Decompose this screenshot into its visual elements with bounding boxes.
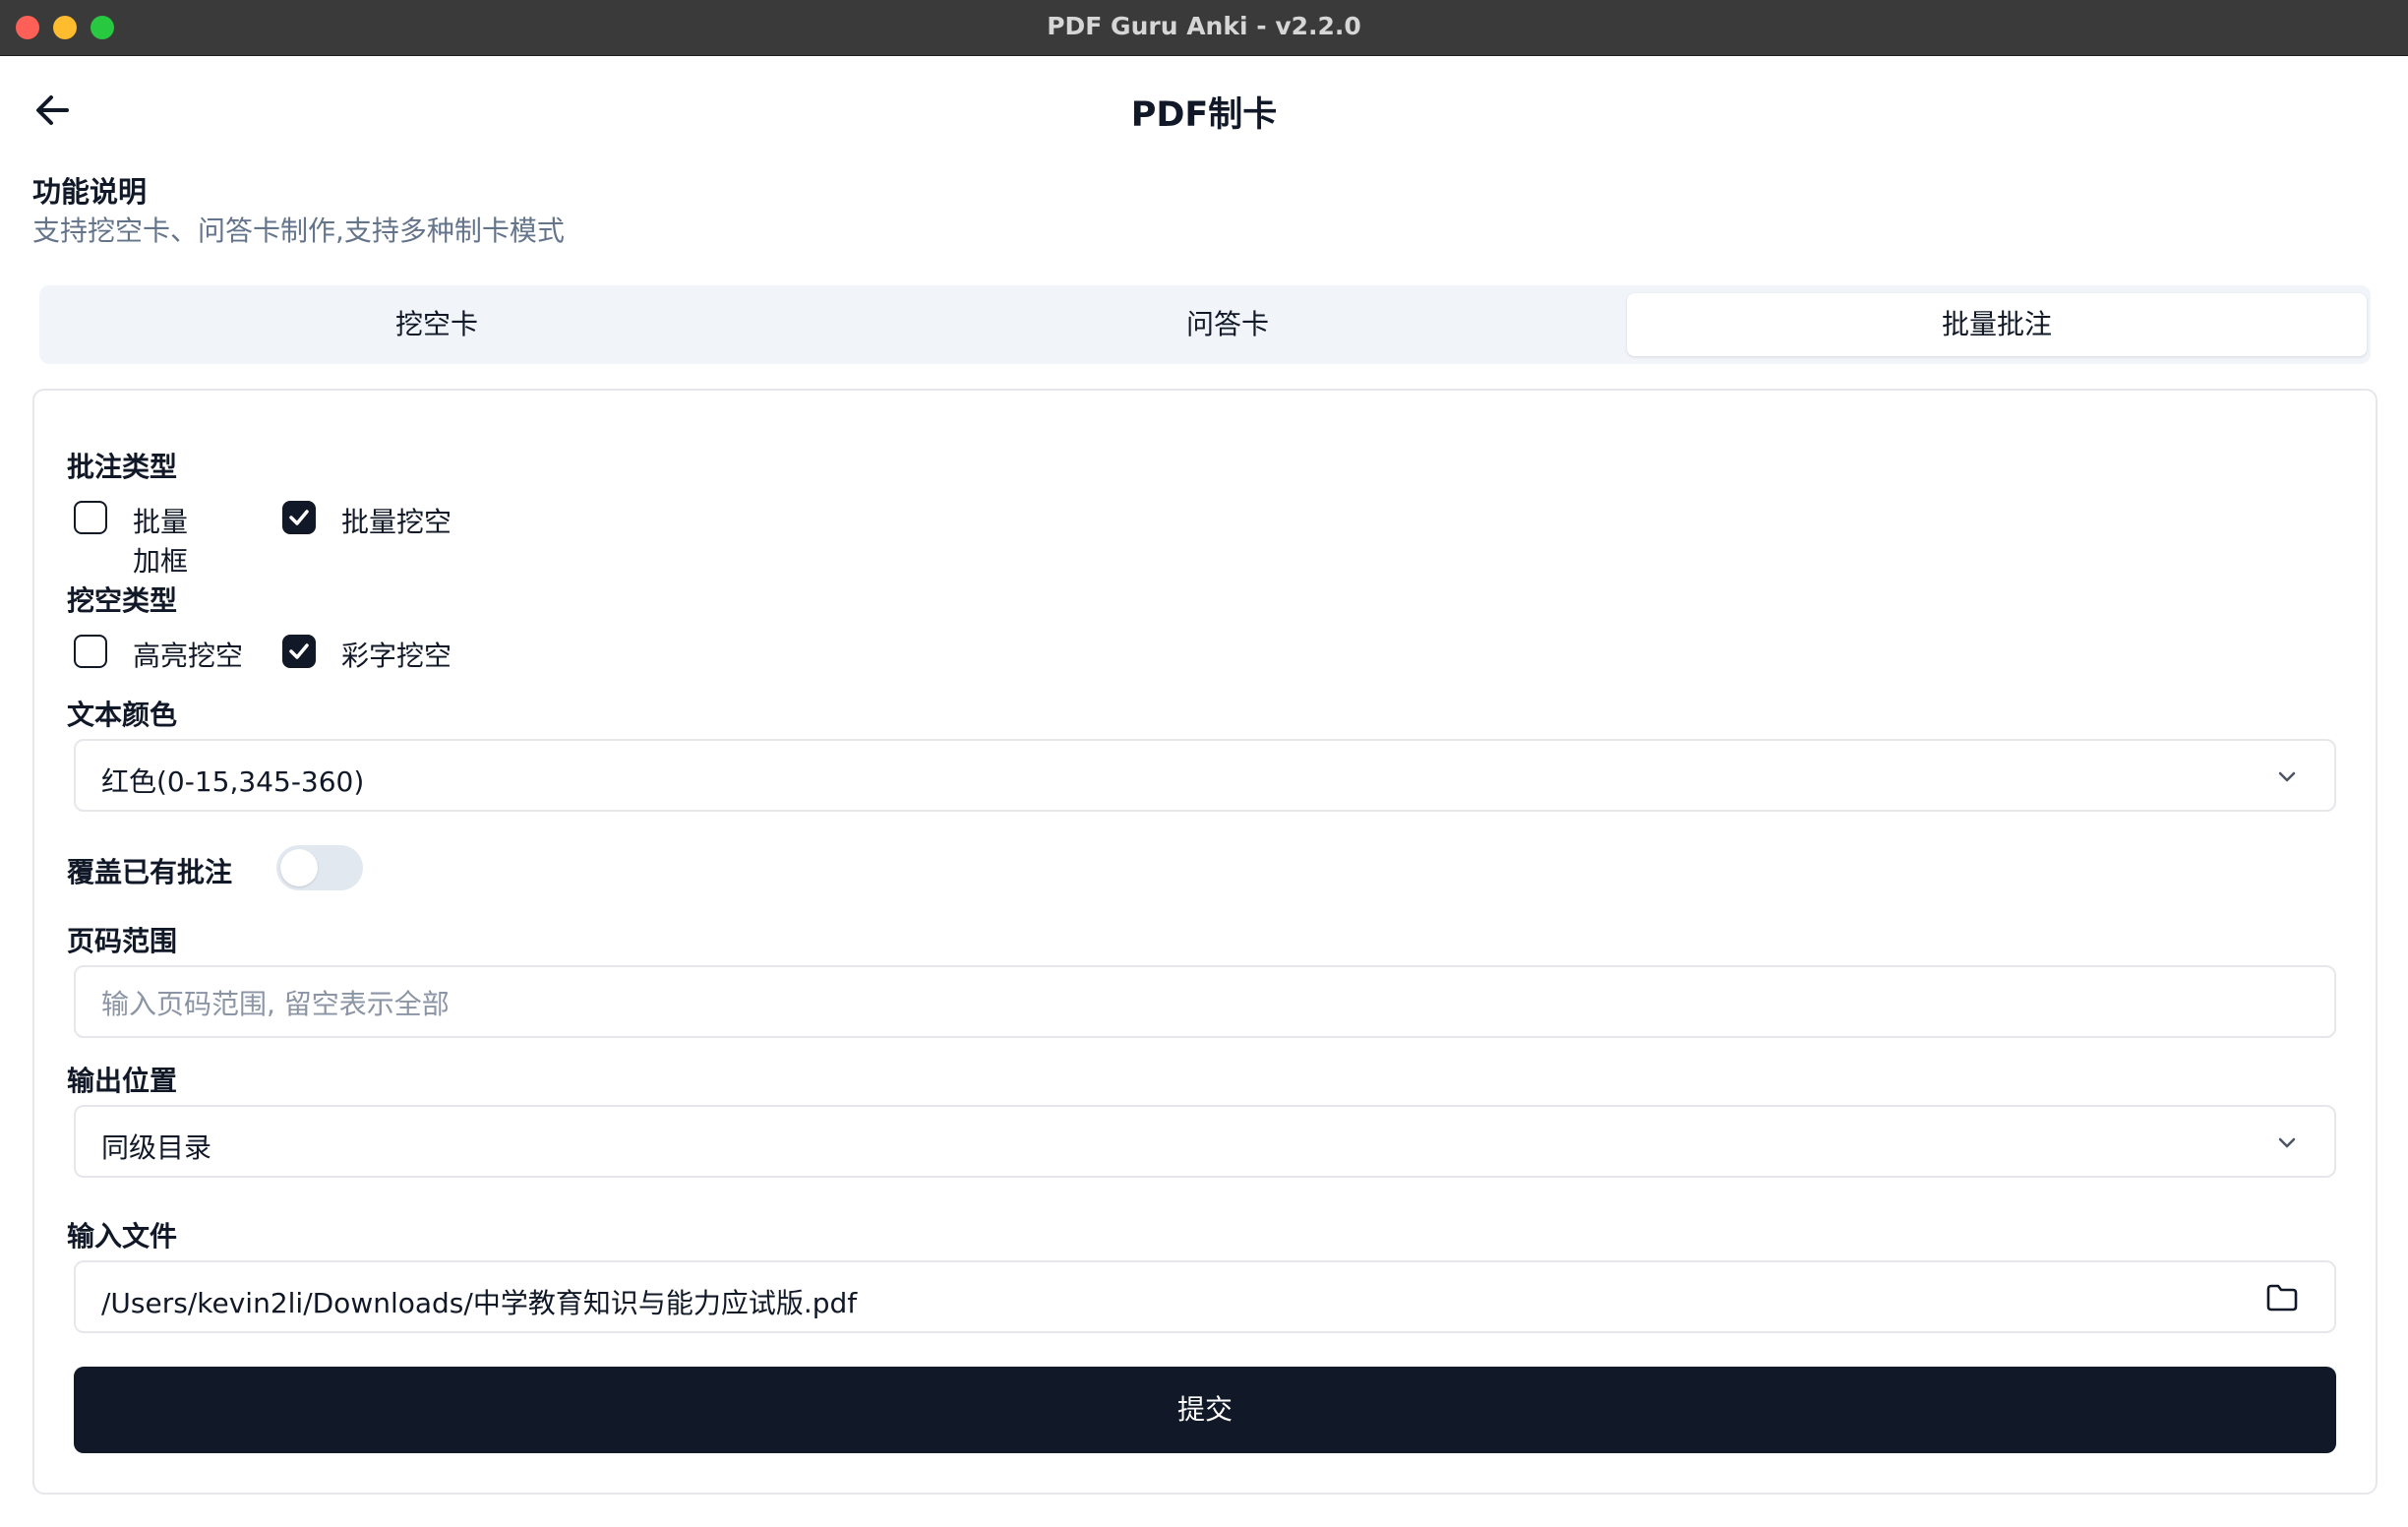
- checkbox[interactable]: [74, 635, 107, 668]
- checkbox-label: 高亮挖空: [133, 640, 244, 672]
- folder-icon[interactable]: [2265, 1282, 2299, 1313]
- feature-title: 功能说明: [32, 175, 148, 209]
- feature-description: 支持挖空卡、问答卡制作,支持多种制卡模式: [32, 214, 565, 247]
- page-range-input[interactable]: [99, 981, 2267, 1026]
- output-location-value: 同级目录: [101, 1131, 212, 1164]
- page-range-label: 页码范围: [67, 925, 178, 957]
- page-title: PDF制卡: [1130, 95, 1278, 135]
- checkbox-colored-text-cloze[interactable]: 彩字挖空: [282, 633, 479, 672]
- output-location-label: 输出位置: [67, 1065, 178, 1097]
- submit-button[interactable]: 提交: [74, 1367, 2336, 1453]
- checkbox-highlight-cloze[interactable]: 高亮挖空: [74, 633, 271, 672]
- form-card: 批注类型 批量加框 批量挖空 挖空类型 高亮挖空 彩字挖空 文本颜色 红色(0-…: [32, 389, 2378, 1495]
- page-range-field: [74, 965, 2336, 1038]
- checkbox-label: 批量挖空: [341, 506, 452, 538]
- output-location-select[interactable]: 同级目录: [74, 1105, 2336, 1178]
- check-icon: [289, 643, 309, 659]
- window-title: PDF Guru Anki - v2.2.0: [1047, 12, 1361, 40]
- overwrite-label: 覆盖已有批注: [67, 856, 233, 888]
- toggle-knob: [280, 849, 318, 886]
- checkbox-batch-box[interactable]: 批量加框: [74, 499, 211, 578]
- text-color-label: 文本颜色: [67, 699, 178, 731]
- checkbox-label: 批量加框: [133, 506, 189, 578]
- chevron-down-icon: [2278, 1137, 2296, 1148]
- tab-cloze-card[interactable]: 挖空卡: [39, 293, 834, 356]
- checkbox[interactable]: [282, 501, 316, 534]
- annotation-type-label: 批注类型: [67, 451, 178, 483]
- window-titlebar: PDF Guru Anki - v2.2.0: [0, 0, 2408, 56]
- input-file-field[interactable]: /Users/kevin2li/Downloads/中学教育知识与能力应试版.p…: [74, 1260, 2336, 1333]
- checkbox[interactable]: [282, 635, 316, 668]
- checkbox-batch-cloze[interactable]: 批量挖空: [282, 499, 479, 538]
- text-color-value: 红色(0-15,345-360): [101, 765, 365, 798]
- chevron-down-icon: [2278, 771, 2296, 782]
- tab-qa-card[interactable]: 问答卡: [834, 293, 1621, 356]
- cloze-type-label: 挖空类型: [67, 584, 178, 617]
- input-file-path: /Users/kevin2li/Downloads/中学教育知识与能力应试版.p…: [101, 1287, 858, 1319]
- text-color-select[interactable]: 红色(0-15,345-360): [74, 739, 2336, 812]
- tab-batch-annotation[interactable]: 批量批注: [1627, 293, 2367, 356]
- overwrite-toggle[interactable]: [276, 845, 363, 890]
- checkbox[interactable]: [74, 501, 107, 534]
- mode-tabs: 挖空卡 问答卡 批量批注: [39, 285, 2371, 364]
- check-icon: [289, 510, 309, 525]
- checkbox-label: 彩字挖空: [341, 640, 452, 672]
- input-file-label: 输入文件: [67, 1220, 178, 1252]
